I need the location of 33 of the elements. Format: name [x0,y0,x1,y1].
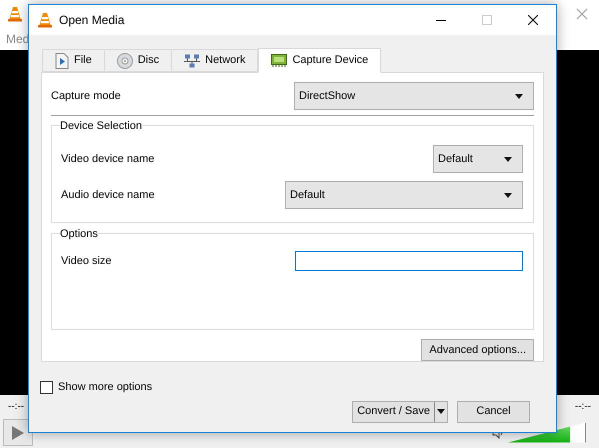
elapsed-time: --:-- [8,400,24,414]
caret-icon [504,156,512,162]
capture-mode-dropdown[interactable]: DirectShow [294,82,534,110]
capture-card-icon [271,54,288,67]
field-label: Video device name [61,152,154,167]
disc-icon [116,52,133,68]
device-dropdown[interactable]: Default [433,145,523,174]
advanced-options-button[interactable]: Advanced options... [421,339,534,361]
play-icon [12,426,24,440]
checkbox-label: Show more options [58,380,152,395]
tab[interactable]: Disc [104,49,172,72]
field-label: Capture mode [51,88,121,104]
input-field[interactable] [295,251,523,272]
remaining-time: --:-- [574,400,591,414]
caret-icon [504,192,512,198]
caret-icon [437,409,445,414]
field-label: Audio device name [61,188,155,203]
network-icon [184,54,200,68]
device-dropdown[interactable]: Default [285,181,523,210]
cancel-button[interactable]: Cancel [457,400,530,422]
caret-icon [515,94,523,98]
field-label: Video size [61,254,112,270]
checkbox[interactable] [40,380,53,394]
play-button[interactable] [3,419,33,446]
close-icon[interactable] [528,15,538,25]
window-title: Open Media [59,12,124,29]
file-icon [55,52,69,68]
convert-save-button[interactable]: Convert / Save [352,400,448,422]
tab[interactable]: Capture Device [258,48,382,73]
tab[interactable]: Network [171,49,258,72]
tab[interactable]: File [42,49,105,72]
cone-icon [7,6,23,22]
cone-icon [37,12,53,28]
